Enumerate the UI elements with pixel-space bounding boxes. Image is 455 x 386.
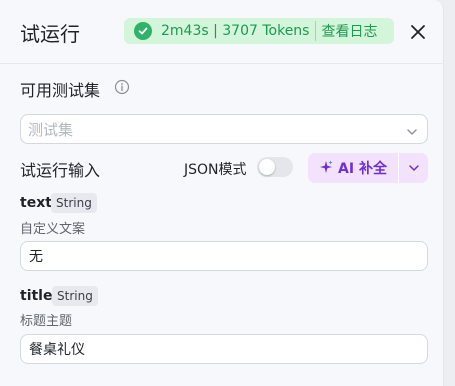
check-circle-icon <box>134 22 152 40</box>
testset-select[interactable]: 测试集 <box>20 114 428 144</box>
chevron-down-icon <box>406 123 418 142</box>
sparkle-icon <box>319 159 333 178</box>
test-run-panel: 试运行 2m43s | 3707 Tokens 查看日志 可用测试集 测试集 试… <box>0 0 444 386</box>
testset-placeholder: 测试集 <box>28 121 74 139</box>
status-divider <box>315 21 317 41</box>
info-icon[interactable] <box>114 79 130 95</box>
field-type-badge: String <box>52 286 98 306</box>
page-title: 试运行 <box>20 22 80 46</box>
title-input[interactable] <box>20 334 428 364</box>
ai-complete-button[interactable]: AI 补全 <box>308 153 398 183</box>
json-mode-toggle[interactable] <box>257 157 293 177</box>
text-input[interactable] <box>20 241 428 271</box>
run-status-summary: 2m43s | 3707 Tokens <box>161 23 310 39</box>
json-mode-label: JSON模式 <box>184 162 247 178</box>
ai-complete-dropdown[interactable] <box>399 153 428 183</box>
testset-label: 可用测试集 <box>20 81 101 100</box>
toggle-knob <box>259 159 275 175</box>
chevron-down-icon <box>408 159 420 178</box>
ai-complete-label: AI 补全 <box>338 161 387 177</box>
ai-complete-button-group: AI 补全 <box>308 153 428 183</box>
field-name-title: title <box>20 288 53 304</box>
run-input-label: 试运行输入 <box>20 161 101 180</box>
close-icon[interactable] <box>406 20 430 44</box>
panel-header: 试运行 2m43s | 3707 Tokens 查看日志 <box>0 0 444 64</box>
view-log-link[interactable]: 查看日志 <box>321 21 377 41</box>
run-status-badge: 2m43s | 3707 Tokens 查看日志 <box>124 18 394 44</box>
field-type-badge: String <box>51 193 97 213</box>
field-description: 标题主题 <box>20 314 73 329</box>
field-description: 自定义文案 <box>20 222 86 237</box>
field-name-text: text <box>20 195 52 211</box>
